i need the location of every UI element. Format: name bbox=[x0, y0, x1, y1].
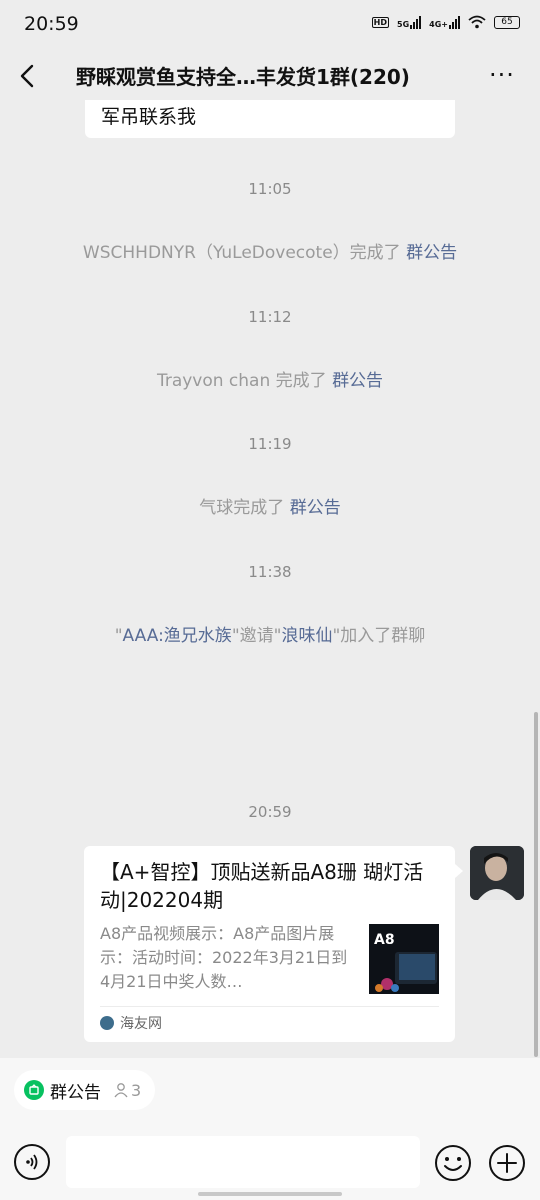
inviter-name[interactable]: AAA:渔兄水族 bbox=[123, 626, 232, 646]
member-name: 气球 bbox=[199, 498, 234, 518]
bottom-bar: 群公告 3 bbox=[0, 1058, 540, 1200]
emoji-button[interactable] bbox=[434, 1144, 472, 1182]
invitee-name[interactable]: 浪味仙 bbox=[281, 626, 332, 646]
status-time: 20:59 bbox=[24, 13, 79, 35]
avatar[interactable] bbox=[470, 846, 524, 900]
article-card[interactable]: 【A+智控】顶贴送新品A8珊 瑚灯活动|202204期 A8产品视频展示：A8产… bbox=[84, 846, 455, 1042]
chevron-left-icon bbox=[20, 64, 34, 88]
group-notice-link[interactable]: 群公告 bbox=[332, 371, 383, 391]
signal-4g-icon: 4G+ bbox=[429, 15, 460, 29]
group-notice-link[interactable]: 群公告 bbox=[406, 243, 457, 263]
invite-message: "AAA:渔兄水族"邀请"浪味仙"加入了群聊 bbox=[114, 626, 426, 646]
article-body: A8产品视频展示：A8产品图片展示：活动时间：2022年3月21日到4月21日中… bbox=[100, 922, 439, 994]
timestamp: 11:38 bbox=[248, 563, 292, 581]
system-message: Trayvon chan 完成了 群公告 bbox=[156, 371, 384, 391]
source-logo-icon bbox=[100, 1016, 114, 1030]
article-title: 【A+智控】顶贴送新品A8珊 瑚灯活动|202204期 bbox=[100, 860, 424, 912]
status-icons: HD 5G 4G+ 65 bbox=[371, 15, 520, 29]
article-description: A8产品视频展示：A8产品图片展示：活动时间：2022年3月21日到4月21日中… bbox=[100, 924, 348, 991]
source-name: 海友网 bbox=[120, 1016, 162, 1032]
person-icon bbox=[114, 1083, 128, 1098]
message-input[interactable] bbox=[66, 1136, 420, 1188]
avatar-image bbox=[470, 846, 524, 900]
previous-message-bubble[interactable]: 军吊联系我 bbox=[85, 100, 455, 138]
member-name: Trayvon chan bbox=[156, 371, 276, 391]
battery-icon: 65 bbox=[494, 15, 520, 29]
chat-title: 野睬观赏鱼支持全…丰发货1群(220) bbox=[76, 65, 410, 89]
bubble-tail bbox=[455, 864, 463, 878]
notice-icon bbox=[24, 1080, 44, 1100]
more-horizontal-icon: ··· bbox=[489, 61, 515, 89]
read-count: 3 bbox=[113, 1081, 141, 1100]
voice-icon bbox=[26, 1154, 38, 1170]
plus-icon bbox=[489, 1145, 525, 1181]
signal-5g-icon: 5G bbox=[397, 15, 422, 29]
chat-header: 野睬观赏鱼支持全…丰发货1群(220) ··· bbox=[0, 52, 540, 100]
hd-icon: HD bbox=[371, 16, 390, 28]
wifi-icon bbox=[468, 15, 486, 29]
timestamp: 11:19 bbox=[248, 435, 292, 453]
timestamp: 11:12 bbox=[248, 308, 292, 326]
thumbnail-label: A8 bbox=[374, 932, 395, 948]
system-message: WSCHHDNYR（YuLeDovecote）完成了 群公告 bbox=[82, 243, 458, 263]
more-button[interactable]: ··· bbox=[486, 60, 518, 90]
member-name: WSCHHDNYR（YuLeDovecote） bbox=[82, 243, 350, 263]
message-text: 军吊联系我 bbox=[101, 106, 197, 128]
home-indicator bbox=[198, 1192, 342, 1196]
timestamp: 11:05 bbox=[248, 180, 292, 198]
product-image: A8 bbox=[369, 924, 439, 994]
chat-messages[interactable]: 军吊联系我 11:05 WSCHHDNYR（YuLeDovecote）完成了 群… bbox=[0, 100, 540, 1058]
voice-button[interactable] bbox=[14, 1144, 50, 1180]
group-notice-chip[interactable]: 群公告 3 bbox=[14, 1070, 156, 1110]
article-source: 海友网 bbox=[100, 1007, 439, 1039]
article-thumbnail: A8 bbox=[369, 924, 439, 994]
scrollbar[interactable] bbox=[534, 712, 538, 1057]
group-notice-link[interactable]: 群公告 bbox=[290, 498, 341, 518]
system-message: 气球完成了 群公告 bbox=[199, 498, 341, 518]
timestamp: 20:59 bbox=[248, 803, 292, 821]
group-notice-label: 群公告 bbox=[50, 1082, 101, 1103]
back-button[interactable] bbox=[14, 58, 44, 94]
more-actions-button[interactable] bbox=[488, 1144, 526, 1182]
emoji-icon bbox=[435, 1145, 471, 1181]
status-bar: 20:59 HD 5G 4G+ 65 bbox=[0, 0, 540, 52]
